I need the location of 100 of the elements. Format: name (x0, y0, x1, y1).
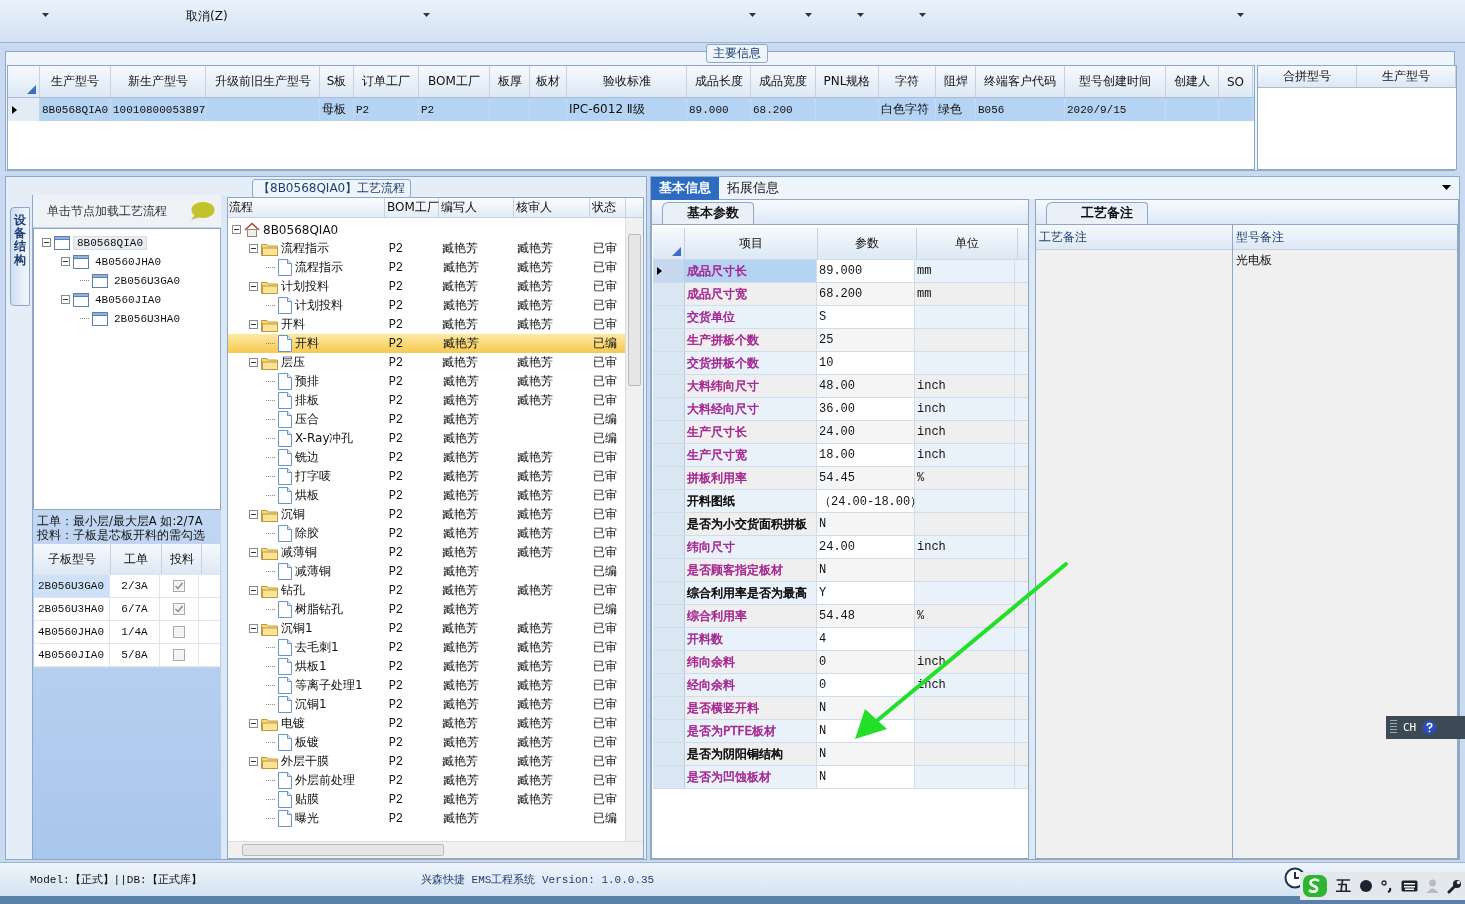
input-mode[interactable]: 五 (1336, 876, 1351, 896)
tab[interactable]: 基本信息 (651, 176, 719, 200)
collapse-icon[interactable] (61, 295, 70, 304)
grid-row[interactable]: 8B0568QIA0 10010800053897 母板 P2 P2 IPC-6012 Ⅱ级 89.000 68.200 白色字符 绿色 B056 2020/9/15 (8, 98, 1254, 121)
flow-row[interactable]: 层压 P2 臧艳芳 臧艳芳 已审 (228, 353, 625, 372)
flow-row[interactable]: 压合 P2 臧艳芳 已编 (228, 410, 625, 429)
column-header[interactable]: 子板型号 (34, 544, 111, 574)
column-header[interactable]: 验收标准 (567, 66, 687, 97)
column-header[interactable]: 单位 (917, 228, 1018, 259)
flow-row[interactable]: 外层前处理 P2 臧艳芳 臧艳芳 已审 (228, 771, 625, 790)
collapse-icon[interactable] (249, 624, 258, 633)
flow-row[interactable]: 流程指示 P2 臧艳芳 臧艳芳 已审 (228, 258, 625, 277)
flow-row[interactable]: 开料 P2 臧艳芳 臧艳芳 已审 (228, 315, 625, 334)
column-header[interactable]: BOM工厂 (385, 198, 439, 217)
flow-row[interactable]: 烘板1 P2 臧艳芳 臧艳芳 已审 (228, 657, 625, 676)
checkbox[interactable] (173, 580, 185, 592)
flow-row[interactable]: 计划投料 P2 臧艳芳 臧艳芳 已审 (228, 277, 625, 296)
caret-icon[interactable] (805, 13, 812, 17)
flow-row[interactable]: 沉铜1 P2 臧艳芳 臧艳芳 已审 (228, 619, 625, 638)
caret-icon[interactable] (42, 13, 49, 17)
column-header[interactable]: 板材 (530, 66, 567, 97)
column-header[interactable]: 新生产型号 (111, 66, 206, 97)
collapse-icon[interactable] (249, 282, 258, 291)
column-header[interactable]: 流程 (228, 198, 385, 217)
column-header[interactable]: 生产型号 (1357, 66, 1456, 87)
punctuation-icon[interactable] (1381, 879, 1393, 893)
column-header[interactable]: 字符 (879, 66, 936, 97)
collapse-icon[interactable] (249, 320, 258, 329)
flow-row[interactable]: 排板 P2 臧艳芳 臧艳芳 已审 (228, 391, 625, 410)
checkbox[interactable] (173, 649, 185, 661)
tab[interactable]: 基本参数 (662, 202, 754, 224)
caret-icon[interactable] (423, 13, 430, 17)
column-header[interactable]: 阻焊 (936, 66, 976, 97)
checkbox[interactable] (173, 626, 185, 638)
column-header[interactable]: 型号创建时间 (1065, 66, 1166, 97)
column-header[interactable]: 编写人 (439, 198, 514, 217)
collapse-icon[interactable] (61, 257, 70, 266)
tree-node[interactable]: 2B056U3HA0 (111, 312, 183, 325)
flow-row[interactable]: 等离子处理1 P2 臧艳芳 臧艳芳 已审 (228, 676, 625, 695)
tree-node[interactable]: 8B0568QIA0 (73, 235, 147, 250)
table-cell[interactable]: 4B0560JHA0 (34, 621, 110, 643)
wrench-icon[interactable] (1447, 878, 1462, 894)
tree-node[interactable]: 2B056U3GA0 (111, 274, 183, 287)
flow-row[interactable]: 钻孔 P2 臧艳芳 臧艳芳 已审 (228, 581, 625, 600)
collapse-icon[interactable] (232, 225, 241, 234)
column-header[interactable]: S板 (320, 66, 354, 97)
dropdown-icon[interactable] (1442, 185, 1451, 190)
horizontal-scrollbar[interactable] (228, 841, 643, 858)
user-icon[interactable] (1426, 879, 1439, 893)
caret-icon[interactable] (857, 13, 864, 17)
tree-node[interactable]: 4B0560JIA0 (92, 293, 164, 306)
keyboard-icon[interactable] (1401, 880, 1418, 892)
flow-row[interactable]: 减薄铜 P2 臧艳芳 已编 (228, 562, 625, 581)
language-indicator[interactable]: CH (1403, 721, 1417, 734)
table-cell[interactable]: 2B056U3HA0 (34, 598, 110, 620)
flow-row[interactable]: 曝光 P2 臧艳芳 已编 (228, 809, 625, 828)
flow-row[interactable]: 板镀 P2 臧艳芳 臧艳芳 已审 (228, 733, 625, 752)
flow-row[interactable]: 计划投料 P2 臧艳芳 臧艳芳 已审 (228, 296, 625, 315)
collapse-icon[interactable] (249, 548, 258, 557)
flow-row[interactable]: 电镀 P2 臧艳芳 臧艳芳 已审 (228, 714, 625, 733)
collapse-icon[interactable] (249, 358, 258, 367)
tab[interactable]: 拓展信息 (719, 176, 787, 200)
row-header[interactable] (8, 98, 40, 121)
column-header[interactable]: 投料 (162, 544, 202, 574)
tree-node[interactable]: 4B0560JHA0 (92, 255, 164, 268)
column-header[interactable]: 状态 (590, 198, 626, 217)
ime-logo-icon[interactable] (1302, 874, 1328, 898)
caret-icon[interactable] (1237, 13, 1244, 17)
column-header[interactable]: PNL规格 (816, 66, 879, 97)
side-tab[interactable]: 设备结构 (10, 207, 30, 306)
flow-row[interactable]: 打字唛 P2 臧艳芳 臧艳芳 已审 (228, 467, 625, 486)
column-header[interactable]: 工单 (111, 544, 162, 574)
flow-row[interactable]: 沉铜1 P2 臧艳芳 臧艳芳 已审 (228, 695, 625, 714)
help-icon[interactable] (1422, 720, 1438, 735)
collapse-icon[interactable] (42, 238, 51, 247)
tab[interactable]: 工艺备注 (1046, 202, 1148, 224)
flow-row[interactable]: 贴膜 P2 臧艳芳 臧艳芳 已审 (228, 790, 625, 809)
checkbox[interactable] (173, 603, 185, 615)
flow-row[interactable]: 开料 P2 臧艳芳 已编 (228, 334, 625, 353)
collapse-icon[interactable] (249, 586, 258, 595)
flow-row[interactable]: 烘板 P2 臧艳芳 臧艳芳 已审 (228, 486, 625, 505)
table-cell[interactable]: 2B056U3GA0 (34, 575, 110, 597)
flow-row[interactable]: 铣边 P2 臧艳芳 臧艳芳 已审 (228, 448, 625, 467)
table-cell[interactable]: 4B0560JIA0 (34, 644, 110, 666)
column-header[interactable]: 订单工厂 (354, 66, 419, 97)
flow-row[interactable]: 预排 P2 臧艳芳 臧艳芳 已审 (228, 372, 625, 391)
caret-icon[interactable] (749, 13, 756, 17)
table-cell[interactable]: 成品尺寸长 (685, 260, 817, 282)
collapse-icon[interactable] (249, 244, 258, 253)
column-header[interactable]: 合拼型号 (1258, 66, 1357, 87)
flow-row[interactable]: 8B0568QIA0 (228, 220, 625, 239)
column-header[interactable]: 项目 (685, 228, 818, 259)
collapse-icon[interactable] (249, 757, 258, 766)
column-header[interactable]: 终端客户代码 (976, 66, 1065, 97)
row-header[interactable] (653, 260, 685, 282)
column-header[interactable]: 创建人 (1166, 66, 1219, 97)
column-header[interactable]: 成品长度 (687, 66, 751, 97)
column-header[interactable]: 升级前旧生产型号 (206, 66, 320, 97)
collapse-icon[interactable] (249, 510, 258, 519)
flow-row[interactable]: 树脂钻孔 P2 臧艳芳 已编 (228, 600, 625, 619)
